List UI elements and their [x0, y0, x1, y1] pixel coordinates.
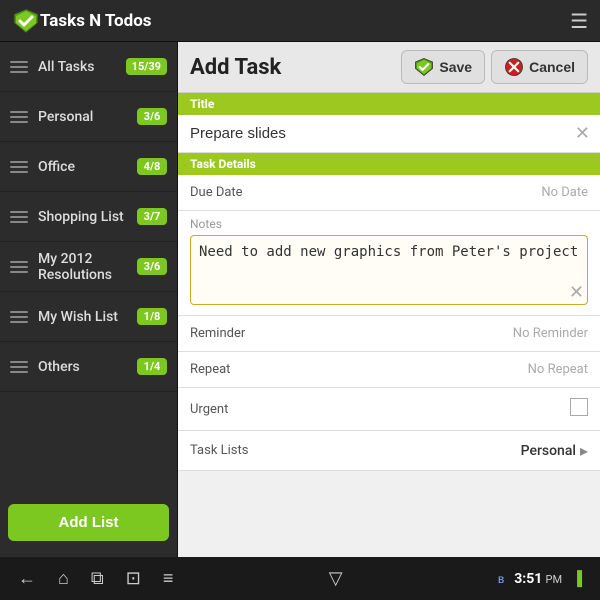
center-nav-icon[interactable]: ▽ [329, 568, 343, 589]
repeat-label: Repeat [190, 362, 280, 377]
task-lists-arrow-icon: ▸ [580, 441, 588, 460]
reminder-label: Reminder [190, 326, 280, 341]
task-lists-label: Task Lists [190, 443, 521, 458]
sidebar-item-my-wish-list[interactable]: My Wish List 1/8 [0, 292, 177, 342]
lines-icon [10, 61, 28, 73]
repeat-value[interactable]: No Repeat [280, 362, 588, 377]
sidebar-badge-shopping-list: 3/7 [137, 208, 167, 225]
add-list-button[interactable]: Add List [8, 504, 169, 541]
title-input[interactable] [178, 115, 600, 152]
urgent-row: Urgent [178, 388, 600, 431]
sidebar-item-office[interactable]: Office 4/8 [0, 142, 177, 192]
repeat-row: Repeat No Repeat [178, 352, 600, 388]
home-icon[interactable]: ⌂ [58, 568, 69, 589]
task-lists-row[interactable]: Task Lists Personal ▸ [178, 431, 600, 471]
notes-section: Notes Need to add new graphics from Pete… [178, 211, 600, 316]
lines-icon [10, 111, 28, 123]
bluetooth-icon: ʙ [498, 572, 504, 586]
app-title: Tasks N Todos [40, 11, 570, 31]
bottom-bar: ← ⌂ ⧉ ⊡ ≡ ▽ ʙ 3:51 PM ▐ [0, 557, 600, 600]
screenshot-icon[interactable]: ⊡ [126, 568, 141, 589]
main-layout: All Tasks 15/39 Personal 3/6 Office 4/8 … [0, 42, 600, 557]
sidebar-badge-my-wish-list: 1/8 [137, 308, 167, 325]
urgent-label: Urgent [190, 402, 280, 417]
page-title: Add Task [190, 55, 401, 80]
sidebar-label-shopping-list: Shopping List [38, 209, 137, 225]
signal-icon: ▐ [572, 570, 582, 587]
sidebar-label-my-2012-resolutions: My 2012 Resolutions [38, 251, 137, 283]
notes-wrap: Need to add new graphics from Peter's pr… [190, 235, 588, 309]
top-bar: Tasks N Todos ☰ [0, 0, 600, 42]
sidebar-label-others: Others [38, 359, 137, 375]
save-label: Save [439, 59, 472, 75]
notes-label: Notes [190, 217, 588, 231]
sidebar-badge-personal: 3/6 [137, 108, 167, 125]
lines-icon [10, 161, 28, 173]
save-icon [414, 57, 434, 77]
sidebar-badge-my-2012-resolutions: 3/6 [137, 258, 167, 275]
due-date-value[interactable]: No Date [280, 185, 588, 200]
sidebar-item-all-tasks[interactable]: All Tasks 15/39 [0, 42, 177, 92]
title-row: ✕ [178, 115, 600, 153]
menu-icon[interactable]: ☰ [570, 9, 588, 33]
sidebar-item-shopping-list[interactable]: Shopping List 3/7 [0, 192, 177, 242]
sidebar-label-my-wish-list: My Wish List [38, 309, 137, 325]
reminder-value[interactable]: No Reminder [280, 326, 588, 341]
notes-textarea[interactable]: Need to add new graphics from Peter's pr… [190, 235, 588, 305]
task-lists-value: Personal [521, 443, 576, 459]
recent-apps-icon[interactable]: ⧉ [91, 568, 104, 589]
lines-icon [10, 261, 28, 273]
lines-icon [10, 361, 28, 373]
clock: 3:51 PM [514, 571, 562, 587]
sidebar-item-my-2012-resolutions[interactable]: My 2012 Resolutions 3/6 [0, 242, 177, 292]
content-area: Add Task Save Cancel Tit [178, 42, 600, 557]
urgent-checkbox[interactable] [570, 398, 588, 416]
save-button[interactable]: Save [401, 50, 485, 84]
sidebar-badge-office: 4/8 [137, 158, 167, 175]
urgent-value [280, 398, 588, 420]
due-date-row: Due Date No Date [178, 175, 600, 211]
clear-notes-icon[interactable]: ✕ [569, 282, 584, 303]
overflow-menu-icon[interactable]: ≡ [163, 568, 174, 589]
cancel-label: Cancel [529, 59, 575, 75]
title-section-header: Title [178, 93, 600, 115]
sidebar-item-others[interactable]: Others 1/4 [0, 342, 177, 392]
bottom-right: ʙ 3:51 PM ▐ [498, 570, 582, 587]
sidebar-badge-all-tasks: 15/39 [126, 58, 167, 75]
cancel-icon [504, 57, 524, 77]
sidebar-label-all-tasks: All Tasks [38, 59, 126, 75]
reminder-row: Reminder No Reminder [178, 316, 600, 352]
lines-icon [10, 311, 28, 323]
sidebar: All Tasks 15/39 Personal 3/6 Office 4/8 … [0, 42, 178, 557]
ampm-display: PM [546, 573, 563, 586]
sidebar-item-personal[interactable]: Personal 3/6 [0, 92, 177, 142]
form-area: Title ✕ Task Details Due Date No Date No… [178, 93, 600, 557]
content-header: Add Task Save Cancel [178, 42, 600, 93]
time-display: 3:51 [514, 571, 542, 587]
back-icon[interactable]: ← [18, 568, 36, 589]
cancel-button[interactable]: Cancel [491, 50, 588, 84]
task-details-section-header: Task Details [178, 153, 600, 175]
due-date-label: Due Date [190, 185, 280, 200]
bottom-nav: ← ⌂ ⧉ ⊡ ≡ [18, 568, 173, 589]
sidebar-label-office: Office [38, 159, 137, 175]
sidebar-badge-others: 1/4 [137, 358, 167, 375]
clear-title-icon[interactable]: ✕ [575, 123, 590, 144]
lines-icon [10, 211, 28, 223]
app-logo [12, 7, 40, 35]
sidebar-label-personal: Personal [38, 109, 137, 125]
